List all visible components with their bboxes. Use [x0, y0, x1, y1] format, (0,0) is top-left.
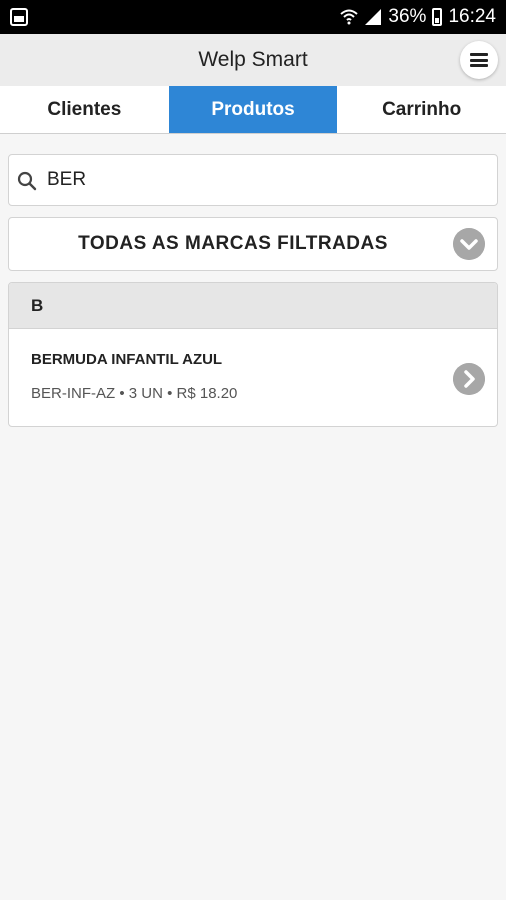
signal-icon [365, 9, 382, 25]
clock: 16:24 [448, 6, 496, 27]
search-icon [17, 171, 37, 191]
tab-bar: Clientes Produtos Carrinho [0, 86, 506, 134]
brand-filter-select[interactable]: TODAS AS MARCAS FILTRADAS [8, 217, 498, 271]
status-bar-right: 36% 16:24 [340, 0, 496, 34]
section-letter: B [31, 296, 44, 315]
product-list: B BERMUDA INFANTIL AZUL BER-INF-AZ • 3 U… [8, 282, 498, 427]
app-title: Welp Smart [198, 48, 308, 71]
product-meta: BER-INF-AZ • 3 UN • R$ 18.20 [31, 385, 238, 402]
brand-filter-label: TODAS AS MARCAS FILTRADAS [78, 233, 388, 254]
tab-produtos[interactable]: Produtos [168, 86, 338, 133]
product-name: BERMUDA INFANTIL AZUL [31, 351, 223, 368]
tab-carrinho[interactable]: Carrinho [337, 86, 506, 133]
menu-button[interactable] [460, 41, 498, 79]
tab-clientes[interactable]: Clientes [0, 86, 169, 133]
gallery-icon [10, 8, 28, 26]
wifi-icon [340, 9, 359, 25]
status-bar: 36% 16:24 [0, 0, 506, 34]
battery-icon [432, 8, 443, 26]
chevron-down-icon[interactable] [453, 228, 485, 260]
chevron-right-icon[interactable] [453, 363, 485, 395]
hamburger-icon [470, 53, 488, 67]
battery-percent: 36% [388, 6, 427, 27]
search-box [8, 154, 498, 206]
app-bar: Welp Smart [0, 34, 506, 86]
list-section-header: B [9, 283, 497, 329]
search-input[interactable] [47, 155, 487, 205]
list-item[interactable]: BERMUDA INFANTIL AZUL BER-INF-AZ • 3 UN … [9, 329, 497, 426]
